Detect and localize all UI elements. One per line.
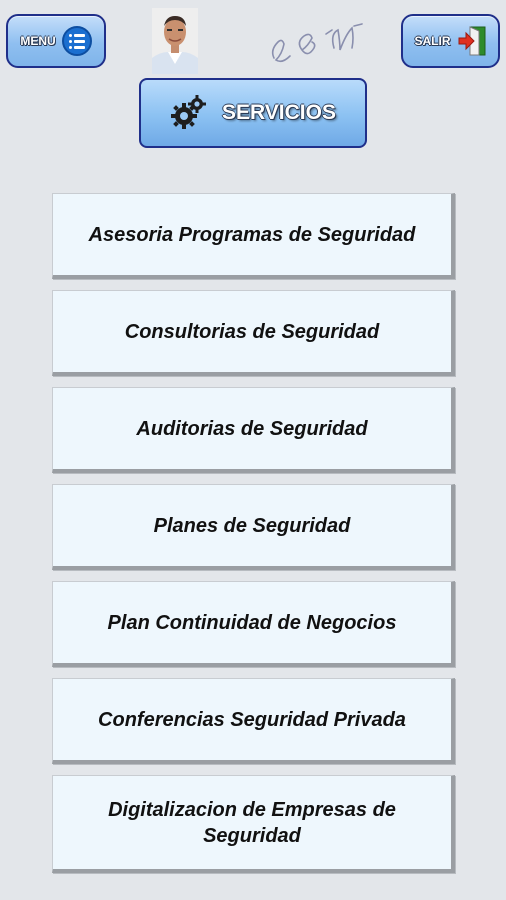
exit-button[interactable]: SALIR (401, 14, 500, 68)
service-label: Planes de Seguridad (153, 514, 351, 537)
service-label: Plan Continuidad de Negocios (107, 611, 397, 634)
service-label: Asesoria Programas de Seguridad (88, 223, 416, 246)
page-title-text: SERVICIOS (222, 101, 336, 124)
list-icon (61, 26, 92, 56)
service-button-planes[interactable]: Planes de Seguridad (52, 484, 455, 570)
service-button-digitalizacion[interactable]: Digitalizacion de Empresas de Seguridad (52, 775, 455, 873)
avatar (152, 8, 198, 74)
signature-logo (271, 23, 363, 63)
service-label: Consultorias de Seguridad (124, 320, 380, 343)
service-label: Conferencias Seguridad Privada (98, 708, 406, 731)
service-button-asesoria[interactable]: Asesoria Programas de Seguridad (52, 193, 455, 279)
menu-button[interactable]: MENU (6, 14, 106, 68)
service-button-auditorias[interactable]: Auditorias de Seguridad (52, 387, 455, 473)
gears-icon (171, 95, 206, 129)
service-button-conferencias[interactable]: Conferencias Seguridad Privada (52, 678, 455, 764)
services-list: Asesoria Programas de Seguridad Consulto… (52, 193, 455, 884)
service-button-plan-continuidad[interactable]: Plan Continuidad de Negocios (52, 581, 455, 667)
page-title: SERVICIOS (139, 78, 367, 148)
service-button-consultorias[interactable]: Consultorias de Seguridad (52, 290, 455, 376)
service-label: Digitalizacion de Empresas de Seguridad (108, 798, 396, 847)
menu-button-label: MENU (20, 34, 56, 48)
exit-door-icon (458, 26, 485, 56)
service-label: Auditorias de Seguridad (136, 417, 368, 440)
exit-button-label: SALIR (414, 34, 451, 48)
